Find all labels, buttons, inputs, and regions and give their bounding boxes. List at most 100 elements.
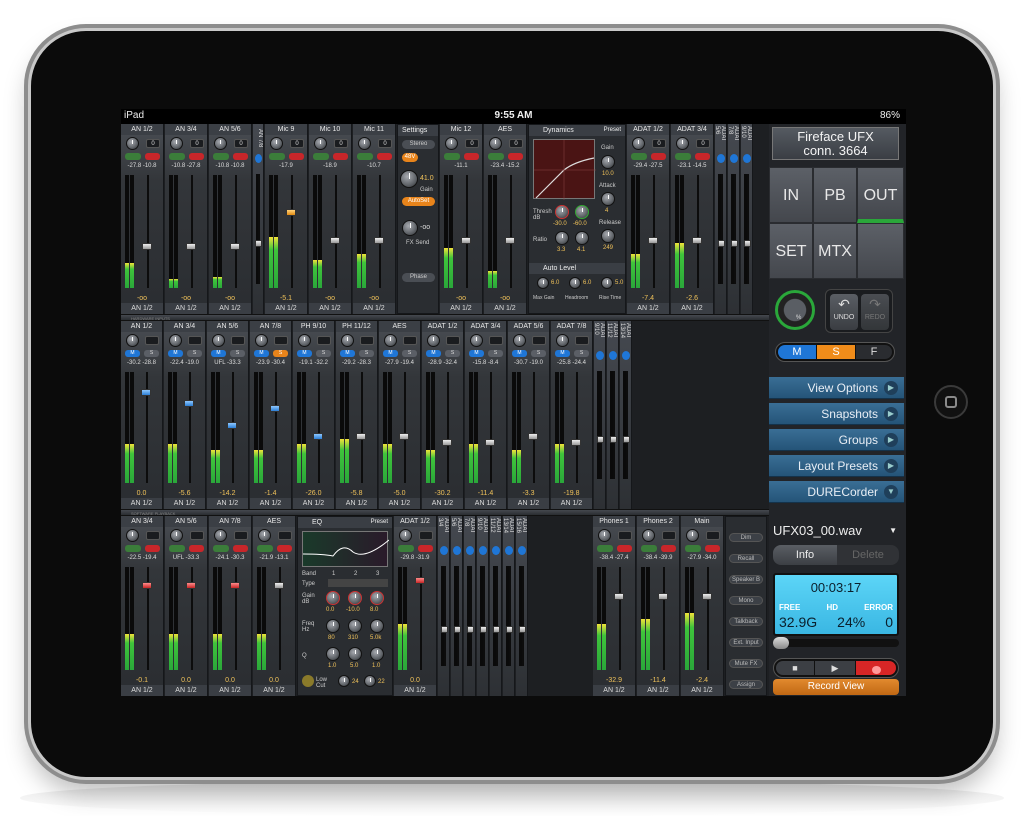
gain-value[interactable] <box>231 336 245 345</box>
thresh-knob-1[interactable] <box>555 205 569 219</box>
autoset-button[interactable]: AutoSet <box>402 197 435 206</box>
fader-knob[interactable] <box>718 240 725 247</box>
gain-knob[interactable] <box>445 137 458 150</box>
release-knob[interactable] <box>601 229 615 243</box>
output-routing[interactable]: AN 1/2 <box>508 498 549 509</box>
output-routing[interactable]: AN 1/2 <box>253 685 295 696</box>
gain-knob[interactable] <box>399 529 412 542</box>
output-routing[interactable]: AN 1/2 <box>394 685 436 696</box>
channel-name[interactable]: AN 5/6 <box>165 516 207 527</box>
gain-value[interactable] <box>145 336 159 345</box>
gain-knob[interactable] <box>214 529 227 542</box>
gain-knob[interactable] <box>298 334 311 347</box>
48v-button[interactable]: 48V <box>402 153 418 162</box>
fader-knob[interactable] <box>399 433 409 440</box>
fader-knob[interactable] <box>141 582 152 589</box>
monitor-button[interactable]: Talkback <box>729 617 763 626</box>
undo-button[interactable]: ↶ UNDO <box>830 294 858 330</box>
gain-knob[interactable] <box>170 137 183 150</box>
fader-knob[interactable] <box>571 439 581 446</box>
eq-gain-knob-2[interactable] <box>348 591 362 605</box>
gain-value[interactable] <box>234 531 248 540</box>
solo-button[interactable]: S <box>144 350 159 357</box>
channel-name[interactable]: ADAT 9/10 <box>741 125 752 151</box>
record-arm-button[interactable] <box>463 153 479 160</box>
gain-knob[interactable] <box>258 529 271 542</box>
hardware-inputs-divider[interactable]: HARDWARE INPUTS <box>121 314 769 321</box>
s-button[interactable]: S <box>817 345 855 359</box>
stop-icon[interactable]: ■ <box>776 661 814 675</box>
output-routing[interactable]: AN 1/2 <box>209 303 251 314</box>
q-knob-1[interactable] <box>326 647 340 661</box>
fader-knob[interactable] <box>285 209 296 216</box>
set-button[interactable]: SET <box>769 223 813 279</box>
channel-name[interactable]: AN 1/2 <box>121 321 162 332</box>
dyn-gain-knob[interactable] <box>601 155 615 169</box>
output-routing[interactable]: AN 1/2 <box>207 498 248 509</box>
gain-value[interactable] <box>575 336 589 345</box>
gain-value[interactable]: 0 <box>465 139 479 148</box>
gain-knob[interactable] <box>686 529 699 542</box>
monitor-button[interactable]: Dim <box>729 533 763 542</box>
freq-knob-3[interactable] <box>370 619 384 633</box>
record-arm-button[interactable] <box>660 545 676 552</box>
gain-knob[interactable] <box>427 334 440 347</box>
solo-button[interactable]: S <box>488 350 503 357</box>
channel-name[interactable]: Phones 2 <box>637 516 679 527</box>
channel-name[interactable]: AN 3/4 <box>164 321 205 332</box>
gain-value[interactable] <box>618 531 632 540</box>
phantom-button[interactable] <box>125 153 141 160</box>
menu-item[interactable]: View Options ▶ <box>769 377 904 399</box>
record-arm-button[interactable] <box>144 153 160 160</box>
menu-item[interactable]: Layout Presets ▶ <box>769 455 904 477</box>
ratio-knob-2[interactable] <box>575 231 589 245</box>
mute-button[interactable] <box>453 546 461 555</box>
gain-knob[interactable] <box>126 137 139 150</box>
output-routing[interactable]: AN 1/2 <box>422 498 463 509</box>
mute-button[interactable] <box>505 546 513 555</box>
record-arm-button[interactable] <box>188 153 204 160</box>
output-routing[interactable]: AN 1/2 <box>681 685 723 696</box>
fader-knob[interactable] <box>141 389 151 396</box>
play-icon[interactable]: ▶ <box>815 661 855 675</box>
mute-button[interactable] <box>518 546 526 555</box>
gain-knob[interactable] <box>489 137 502 150</box>
fader-knob[interactable] <box>255 240 262 247</box>
gain-knob[interactable] <box>169 334 182 347</box>
output-routing[interactable]: AN 1/2 <box>265 303 307 314</box>
output-routing[interactable]: AN 1/2 <box>165 685 207 696</box>
f-button[interactable]: F <box>856 345 892 359</box>
mute-button[interactable]: M <box>297 350 312 357</box>
output-routing[interactable]: AN 1/2 <box>121 303 163 314</box>
gain-knob[interactable] <box>126 529 139 542</box>
mute-button[interactable]: M <box>555 350 570 357</box>
empty-button[interactable] <box>857 223 904 279</box>
phantom-button[interactable] <box>597 545 613 552</box>
channel-name[interactable]: ADAT 3/4 <box>465 321 506 332</box>
gain-value[interactable] <box>190 531 204 540</box>
q-knob-3[interactable] <box>370 647 384 661</box>
solo-button[interactable]: S <box>531 350 546 357</box>
mute-button[interactable] <box>730 154 738 163</box>
gain-knob[interactable] <box>341 334 354 347</box>
channel-name[interactable]: ADAT 3/4 <box>438 517 449 543</box>
channel-name[interactable]: ADAT 9/10 <box>477 517 488 543</box>
mute-button[interactable] <box>492 546 500 555</box>
gain-value[interactable] <box>188 336 202 345</box>
phantom-button[interactable] <box>257 545 273 552</box>
channel-name[interactable]: ADAT 3/4 <box>671 124 713 135</box>
m-button[interactable]: M <box>778 345 816 359</box>
record-arm-button[interactable] <box>417 545 433 552</box>
gain-value[interactable] <box>360 336 374 345</box>
record-arm-button[interactable] <box>276 545 292 552</box>
gain-knob[interactable] <box>556 334 569 347</box>
mute-button[interactable]: M <box>512 350 527 357</box>
fader-knob[interactable] <box>273 582 284 589</box>
fader-knob[interactable] <box>373 237 384 244</box>
mute-button[interactable] <box>609 351 617 360</box>
fader-knob[interactable] <box>141 243 152 250</box>
record-arm-button[interactable] <box>232 545 248 552</box>
gain-value[interactable] <box>489 336 503 345</box>
channel-name[interactable]: AN 3/4 <box>165 124 207 135</box>
file-selector[interactable]: UFX03_00.wav ▼ <box>773 521 899 541</box>
